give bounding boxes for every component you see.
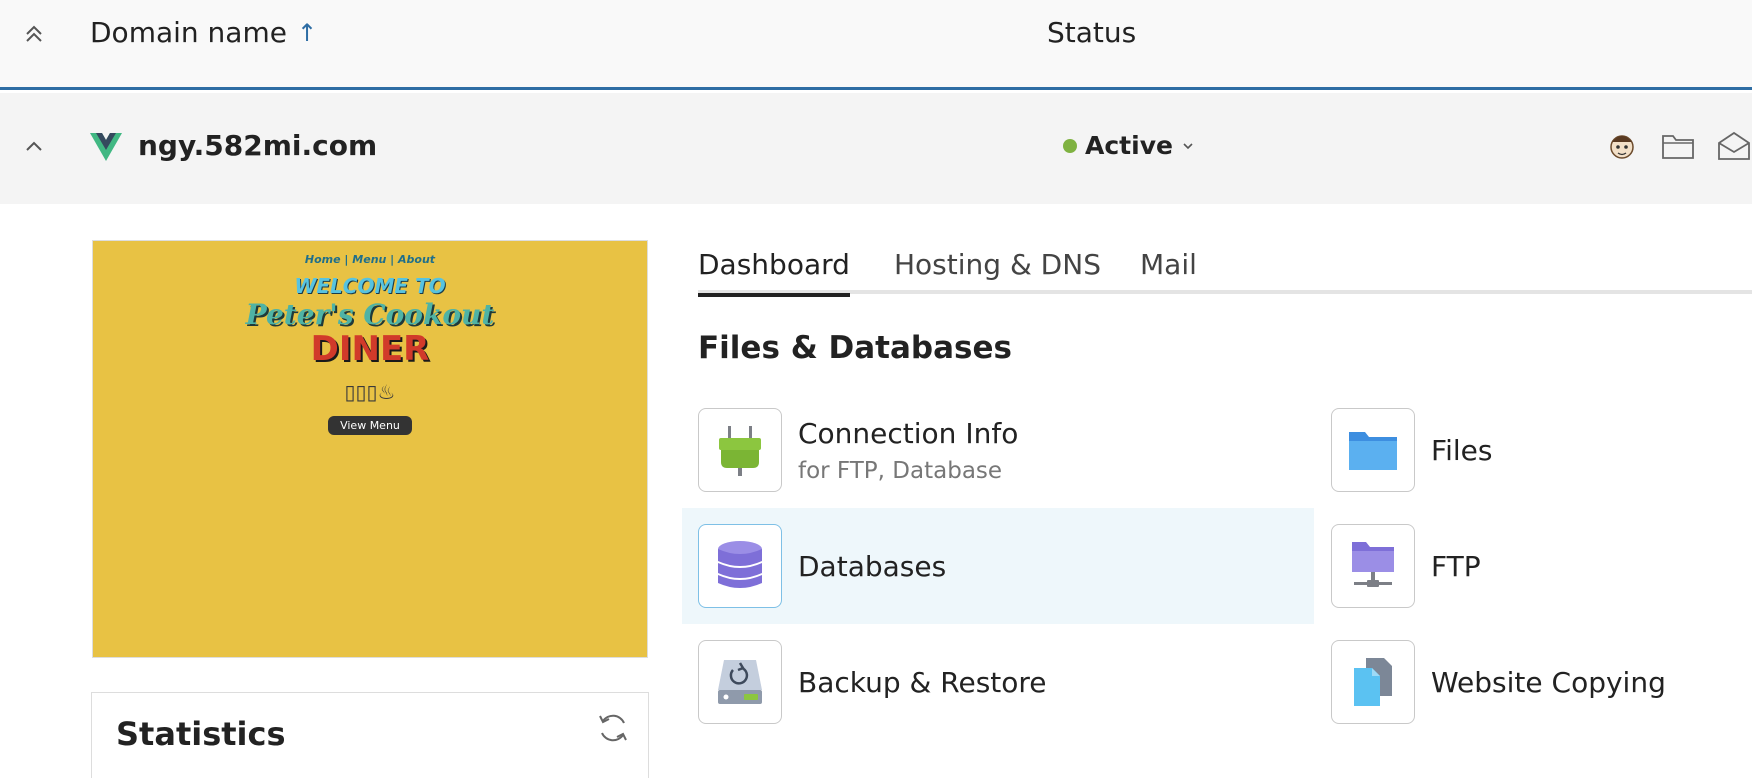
status-column-header[interactable]: Status (1047, 16, 1136, 49)
tab-dashboard[interactable]: Dashboard (698, 248, 850, 297)
website-copying-label: Website Copying (1431, 665, 1666, 699)
statistics-card: Statistics (91, 692, 649, 778)
domain-list-header: Domain name ↑ Status (0, 0, 1752, 90)
status-dropdown[interactable]: Active (1063, 131, 1195, 160)
ftp-tool[interactable]: FTP (1331, 524, 1481, 608)
site-avatar-icon[interactable] (1604, 128, 1640, 164)
database-icon (698, 524, 782, 608)
backup-drive-icon (698, 640, 782, 724)
tab-mail[interactable]: Mail (1140, 248, 1197, 293)
website-preview-thumbnail[interactable]: Home | Menu | About WELCOME TO Peter's C… (92, 240, 648, 658)
connection-info-sublabel: for FTP, Database (798, 457, 1003, 484)
folder-blue-icon (1331, 408, 1415, 492)
preview-nav-text: Home | Menu | About (304, 253, 436, 266)
domain-name-link[interactable]: ngy.582mi.com (138, 129, 377, 162)
chevron-up-icon (26, 141, 42, 151)
files-tool[interactable]: Files (1331, 408, 1492, 492)
preview-icons-text: ▯▯▯♨ (344, 380, 396, 405)
connection-info-tool[interactable]: Connection Info for FTP, Database (698, 408, 1018, 492)
preview-diner-text: DINER (310, 329, 430, 369)
preview-welcome-text: WELCOME TO (294, 274, 446, 298)
refresh-icon[interactable] (596, 711, 630, 745)
domain-row-actions (1604, 128, 1752, 164)
connection-info-label: Connection Info (798, 416, 1019, 450)
files-label: Files (1431, 433, 1493, 467)
double-chevron-up-icon (26, 25, 42, 42)
status-active-dot (1063, 138, 1077, 153)
plug-icon (698, 408, 782, 492)
backup-restore-tool[interactable]: Backup & Restore (698, 640, 1047, 724)
tab-hosting-dns[interactable]: Hosting & DNS (894, 248, 1101, 293)
ftp-folder-icon (1331, 524, 1415, 608)
vue-logo-icon (90, 133, 122, 161)
domain-name-column-header[interactable]: Domain name ↑ (90, 16, 317, 49)
collapse-all-button[interactable] (20, 20, 48, 48)
domain-row: ngy.582mi.com Active (0, 93, 1752, 204)
domain-tabs: Dashboard Hosting & DNS Mail (698, 244, 1752, 297)
copy-documents-icon (1331, 640, 1415, 724)
status-label: Active (1085, 131, 1173, 160)
domain-name-column-label: Domain name (90, 16, 287, 49)
section-title-files-databases: Files & Databases (698, 330, 1012, 366)
chevron-down-icon (1183, 142, 1193, 149)
backup-restore-label: Backup & Restore (798, 665, 1047, 699)
preview-site-name: Peter's Cookout (245, 298, 495, 331)
folder-icon[interactable] (1660, 128, 1696, 164)
preview-view-menu-button: View Menu (328, 416, 412, 436)
databases-label: Databases (798, 549, 947, 583)
mail-icon[interactable] (1716, 128, 1752, 164)
website-copying-tool[interactable]: Website Copying (1331, 640, 1666, 724)
collapse-row-button[interactable] (20, 133, 48, 161)
databases-tool[interactable]: Databases (682, 508, 1314, 624)
sort-ascending-icon: ↑ (296, 18, 318, 47)
statistics-title: Statistics (116, 715, 286, 753)
ftp-label: FTP (1431, 549, 1481, 583)
